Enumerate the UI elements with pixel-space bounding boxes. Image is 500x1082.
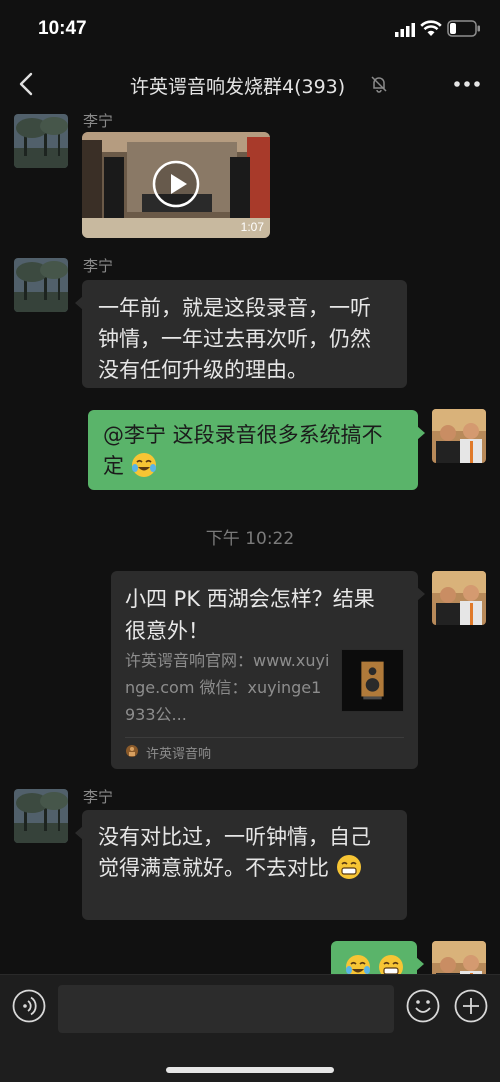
my-avatar[interactable] [432, 571, 486, 625]
input-bar [0, 974, 500, 1082]
tree-photo-avatar-icon [14, 258, 68, 312]
my-avatar[interactable] [432, 409, 486, 463]
message-bubble[interactable]: 一年前，就是这段录音，一听钟情，一年过去再次听，仍然没有任何升级的理由。 [75, 280, 407, 388]
avatar[interactable] [14, 258, 68, 312]
tree-photo-avatar-icon [14, 114, 68, 168]
battery-icon [447, 20, 480, 37]
message-input[interactable] [58, 985, 394, 1033]
sender-name: 李宁 [83, 112, 114, 130]
message-text: 没有对比过，一听钟情，自己觉得满意就好。不去对比 [98, 825, 371, 880]
tears-of-joy-emoji-icon [131, 453, 156, 477]
message-text: 一年前，就是这段录音，一听钟情，一年过去再次听，仍然没有任何升级的理由。 [98, 296, 371, 382]
chat-header: 许英谔音响发烧群4(393) [0, 58, 500, 110]
video-message[interactable]: 1:07 [82, 132, 270, 238]
video-duration: 1:07 [240, 220, 264, 234]
avatar[interactable] [14, 789, 68, 843]
my-message-bubble[interactable]: @李宁 这段录音很多系统搞不定 [88, 410, 425, 490]
voice-icon[interactable] [12, 989, 46, 1023]
mute-bell-icon [371, 76, 387, 93]
chat-timestamp: 下午 10:22 [205, 529, 295, 549]
wifi-icon [420, 20, 442, 36]
sender-name: 李宁 [83, 788, 114, 806]
avatar[interactable] [14, 114, 68, 168]
status-bar: 10:47 [0, 0, 500, 58]
tree-photo-avatar-icon [14, 789, 68, 843]
source-logo-icon [126, 745, 138, 757]
sender-name: 李宁 [83, 257, 114, 275]
cellular-signal-icon [395, 23, 415, 37]
link-card-thumbnail [341, 649, 404, 712]
play-icon[interactable] [152, 160, 200, 208]
link-card-description: 许英谔音响官网：www.xuyinge.com 微信：xuyinge1933公.… [125, 651, 330, 724]
status-time: 10:47 [38, 18, 87, 39]
link-card-divider [125, 737, 404, 738]
emoji-icon[interactable] [406, 989, 440, 1023]
home-indicator [166, 1067, 334, 1073]
more-dots-icon[interactable] [454, 80, 480, 88]
message-bubble[interactable]: 没有对比过，一听钟情，自己觉得满意就好。不去对比 [75, 810, 407, 920]
plus-icon[interactable] [454, 989, 488, 1023]
portrait-avatar-icon [432, 409, 486, 463]
chat-title: 许英谔音响发烧群4(393) [130, 76, 346, 98]
grinning-emoji-icon [336, 855, 361, 879]
link-card-source: 许英谔音响 [146, 747, 212, 762]
link-card-title: 小四 PK 西湖会怎样？结果很意外！ [125, 587, 375, 643]
link-card[interactable]: 小四 PK 西湖会怎样？结果很意外！ 许英谔音响官网：www.xuyinge.c… [111, 571, 425, 769]
portrait-avatar-icon [432, 571, 486, 625]
back-arrow-icon[interactable] [14, 71, 40, 97]
